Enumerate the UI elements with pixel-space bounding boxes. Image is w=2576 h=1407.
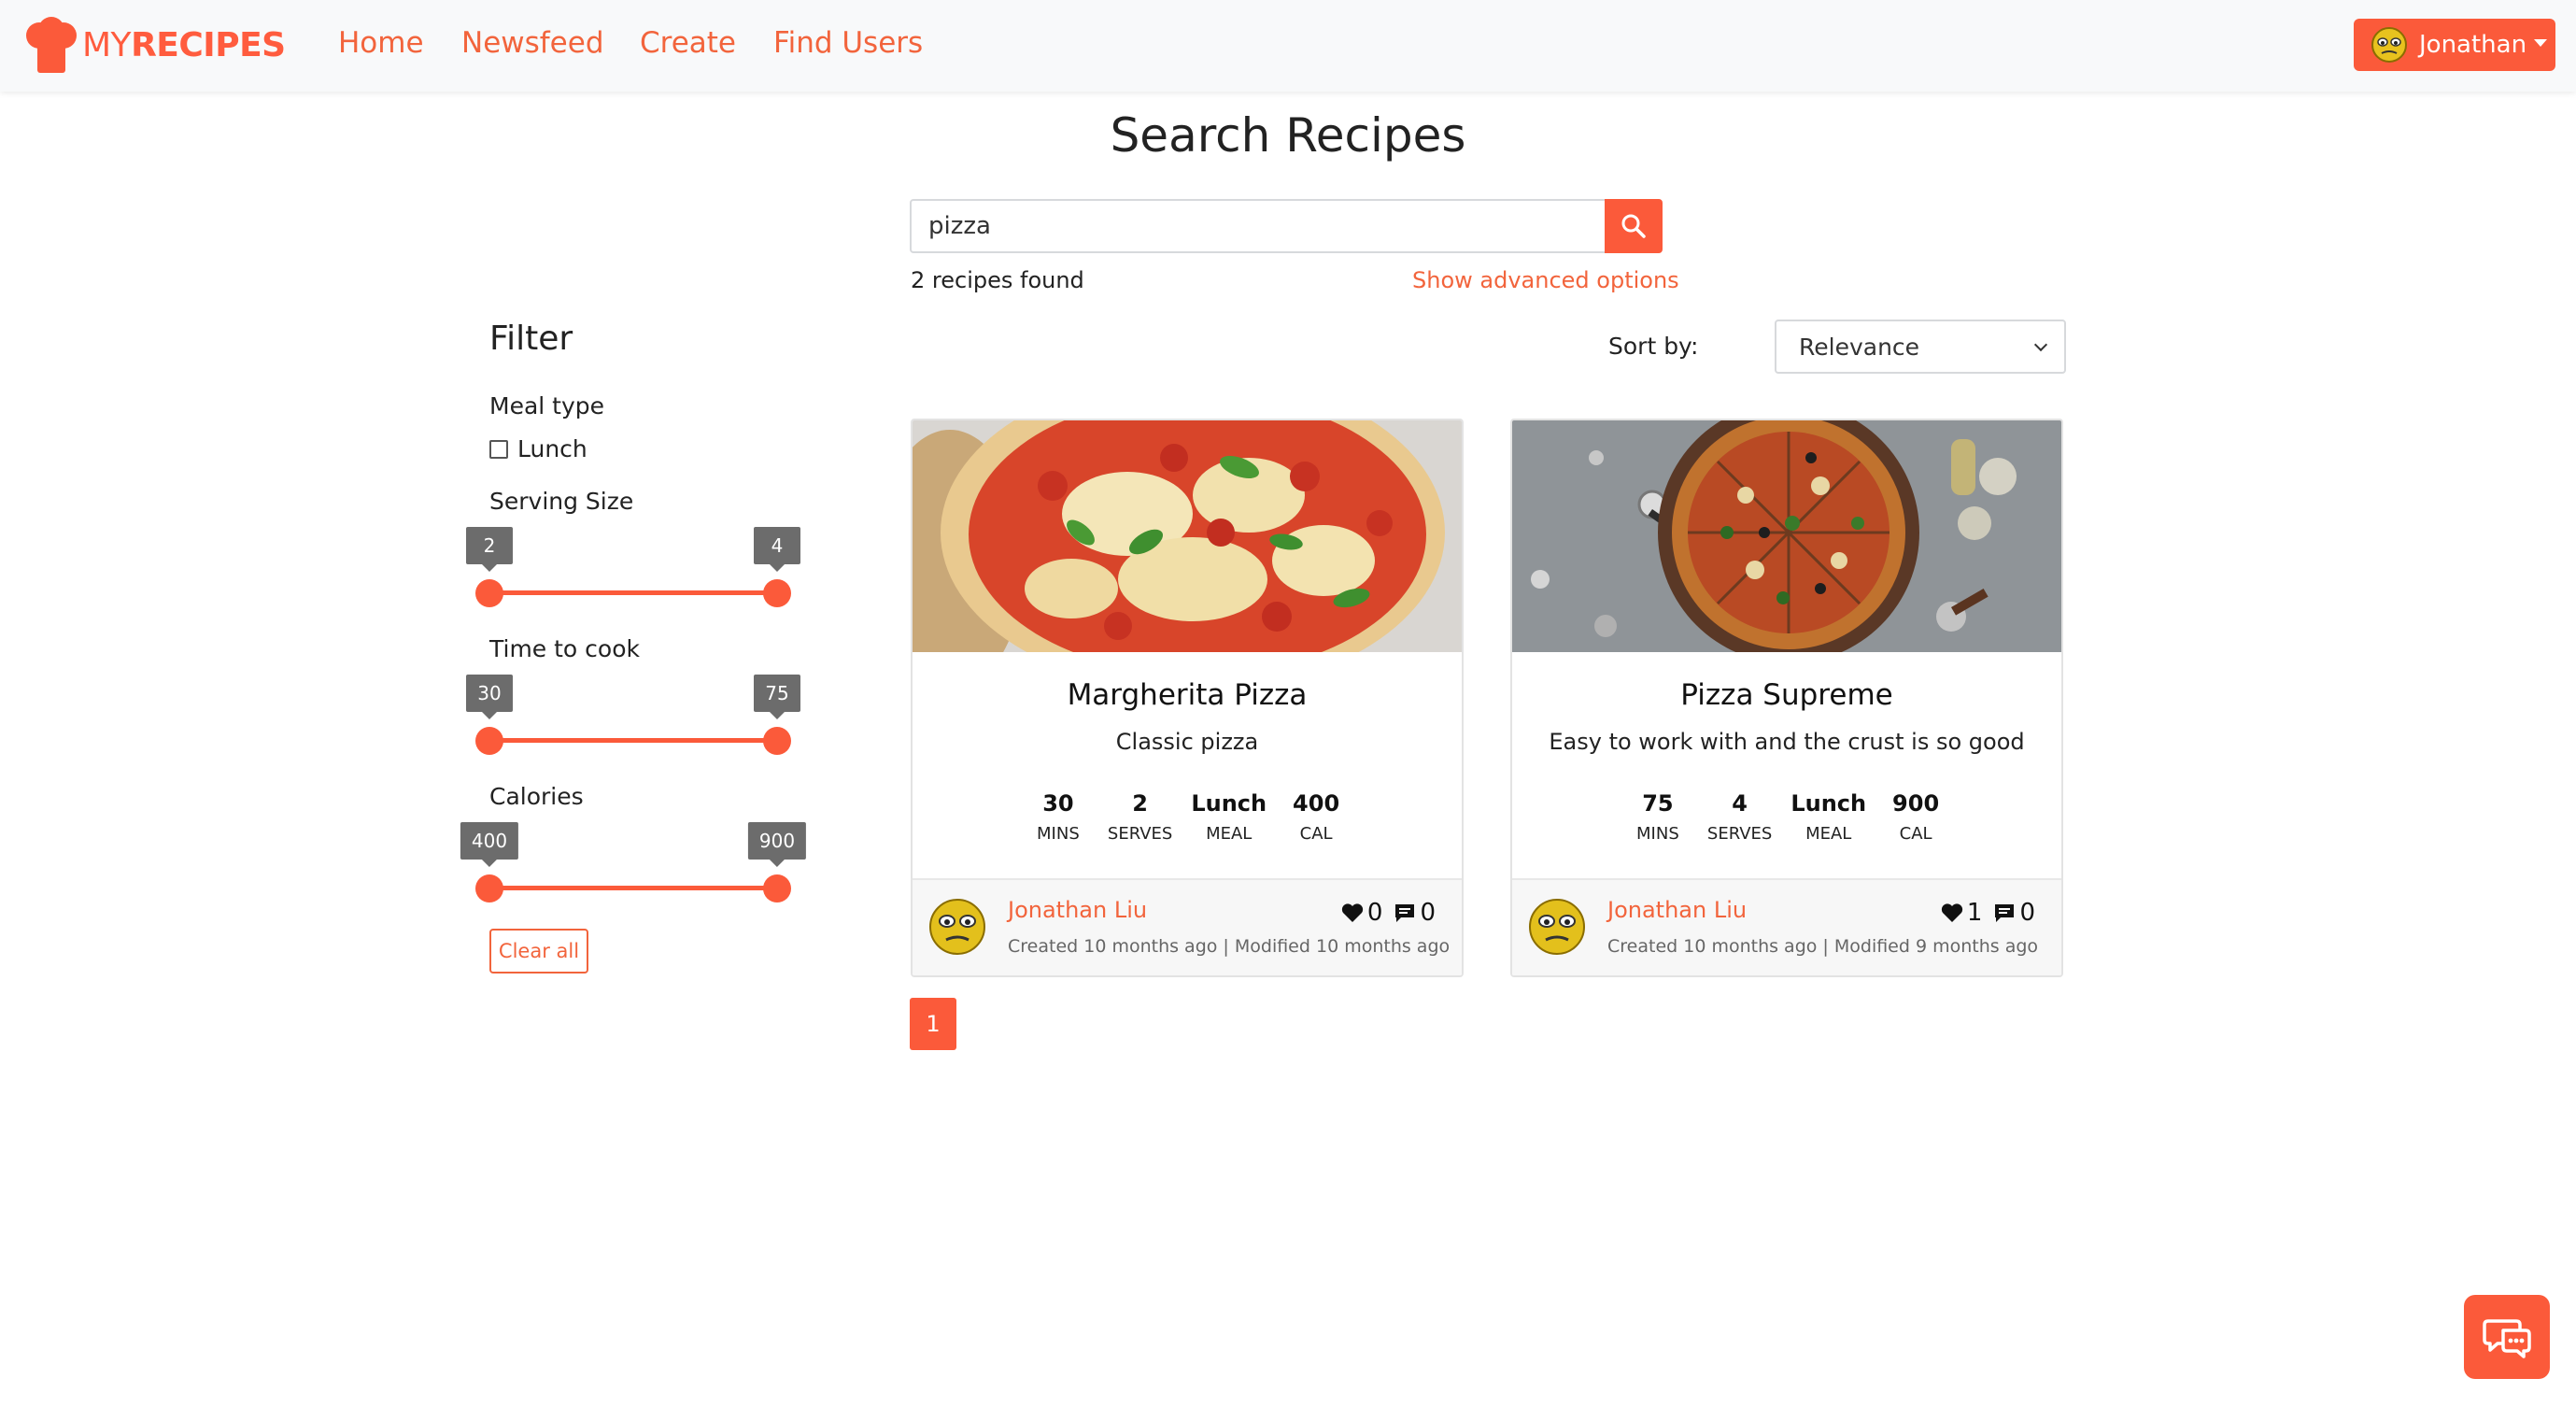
author-avatar[interactable] (927, 897, 987, 957)
recipe-description: Classic pizza (1115, 729, 1259, 755)
calories-max-handle[interactable] (763, 874, 791, 902)
comment-icon[interactable] (1993, 902, 2016, 923)
filter-title: Filter (489, 320, 573, 358)
heart-icon[interactable] (1341, 902, 1364, 923)
top-navbar: MYRECIPES Home Newsfeed Create Find User… (0, 0, 2576, 92)
calories-slider[interactable]: 400 900 (460, 822, 807, 916)
like-count: 0 (1366, 899, 1383, 927)
stat-cal-unit: CAL (1299, 824, 1333, 844)
recipe-card[interactable]: Margherita Pizza Classic pizza 30 MINS 2 S… (911, 419, 1464, 977)
recipe-card[interactable]: Pizza Supreme Easy to work with and the … (1510, 419, 2063, 977)
stat-serves-value: 2 (1132, 790, 1148, 817)
stat-serves-unit: SERVES (1706, 824, 1773, 844)
meal-type-lunch-option[interactable]: Lunch (489, 435, 587, 462)
recipe-footer: Jonathan Liu Created 10 months ago | Mod… (1512, 878, 2061, 975)
author-name-link[interactable]: Jonathan Liu (1607, 897, 1747, 923)
advanced-options-link[interactable]: Show advanced options (1412, 267, 1679, 293)
nav-create[interactable]: Create (640, 26, 736, 60)
stat-meal-unit: MEAL (1805, 824, 1852, 844)
search-icon (1621, 214, 1646, 238)
sort-label: Sort by: (1608, 333, 1699, 360)
nav-find-users[interactable]: Find Users (773, 26, 923, 60)
slider-track (489, 738, 777, 743)
stat-cal-unit: CAL (1899, 824, 1932, 844)
lunch-checkbox-label: Lunch (517, 435, 587, 462)
recipe-reactions: 1 0 (1941, 899, 2035, 927)
recipe-timestamps: Created 10 months ago | Modified 10 mont… (1008, 936, 1451, 957)
stat-meal-value: Lunch (1191, 790, 1267, 817)
brand-name: RECIPES (131, 25, 286, 64)
chef-hat-icon (26, 17, 77, 73)
recipe-image-margherita[interactable] (913, 420, 1462, 652)
time-to-cook-label: Time to cook (489, 635, 640, 662)
recipe-reactions: 0 0 (1341, 899, 1436, 927)
recipe-stats: 30 MINS 2 SERVES Lunch MEAL 400 CAL (913, 790, 1462, 844)
time-max-handle[interactable] (763, 727, 791, 755)
clear-all-button[interactable]: Clear all (489, 929, 588, 974)
calories-min-handle[interactable] (475, 874, 503, 902)
recipe-title[interactable]: Pizza Supreme (1512, 678, 2061, 712)
sort-select[interactable]: Relevance (1775, 320, 2066, 374)
author-avatar[interactable] (1527, 897, 1587, 957)
meal-type-label: Meal type (489, 392, 605, 419)
stat-cal-value: 400 (1293, 790, 1340, 817)
comment-icon[interactable] (1394, 902, 1416, 923)
brand-prefix: MY (82, 25, 132, 64)
calories-min-tooltip: 400 (460, 822, 519, 867)
serving-size-label: Serving Size (489, 488, 634, 515)
chat-bubble-icon (2483, 1319, 2531, 1358)
page-title: Search Recipes (1110, 108, 1466, 163)
serving-max-tooltip: 4 (754, 527, 800, 572)
stat-meal-value: Lunch (1790, 790, 1867, 817)
calories-max-tooltip: 900 (747, 822, 807, 867)
time-max-tooltip: 75 (754, 675, 800, 719)
serving-size-slider[interactable]: 2 4 (466, 527, 800, 620)
recipe-description: Easy to work with and the crust is so go… (1549, 729, 2025, 755)
nav-newsfeed[interactable]: Newsfeed (461, 26, 604, 60)
sort-selected-value: Relevance (1799, 333, 1920, 361)
pagination-page-1[interactable]: 1 (910, 998, 956, 1050)
time-min-handle[interactable] (475, 727, 503, 755)
comment-count: 0 (2019, 899, 2035, 927)
stat-serves-value: 4 (1732, 790, 1748, 817)
time-to-cook-slider[interactable]: 30 75 (466, 675, 800, 768)
user-name: Jonathan (2419, 31, 2527, 59)
lunch-checkbox[interactable] (489, 439, 508, 459)
brand-logo[interactable]: MYRECIPES (22, 17, 286, 73)
recipe-timestamps: Created 10 months ago | Modified 9 month… (1607, 936, 2039, 957)
time-min-tooltip: 30 (466, 675, 513, 719)
slider-track (489, 590, 777, 595)
stat-mins-unit: MINS (1636, 824, 1679, 844)
search-button[interactable] (1605, 199, 1663, 253)
comment-count: 0 (1420, 899, 1436, 927)
stat-serves-unit: SERVES (1107, 824, 1173, 844)
author-name-link[interactable]: Jonathan Liu (1008, 897, 1147, 923)
heart-icon[interactable] (1941, 902, 1963, 923)
stat-mins-value: 30 (1042, 790, 1074, 817)
like-count: 1 (1966, 899, 1983, 927)
user-menu-button[interactable]: Jonathan (2354, 19, 2555, 71)
nav-home[interactable]: Home (338, 26, 424, 60)
search-input[interactable] (910, 199, 1606, 253)
stat-cal-value: 900 (1892, 790, 1940, 817)
recipe-image-supreme[interactable] (1512, 420, 2061, 652)
stat-mins-value: 75 (1642, 790, 1674, 817)
recipe-footer: Jonathan Liu Created 10 months ago | Mod… (913, 878, 1462, 975)
serving-min-handle[interactable] (475, 579, 503, 607)
user-avatar-icon (2371, 27, 2407, 63)
stat-mins-unit: MINS (1037, 824, 1080, 844)
chat-button[interactable] (2464, 1295, 2550, 1379)
chevron-down-icon (2534, 39, 2548, 47)
slider-track (489, 886, 777, 890)
calories-label: Calories (489, 783, 584, 810)
recipe-stats: 75 MINS 4 SERVES Lunch MEAL 900 CAL (1512, 790, 2061, 844)
chevron-down-icon (2033, 337, 2048, 352)
serving-max-handle[interactable] (763, 579, 791, 607)
serving-min-tooltip: 2 (466, 527, 513, 572)
stat-meal-unit: MEAL (1206, 824, 1253, 844)
recipe-title[interactable]: Margherita Pizza (913, 678, 1462, 712)
results-count: 2 recipes found (911, 267, 1084, 293)
